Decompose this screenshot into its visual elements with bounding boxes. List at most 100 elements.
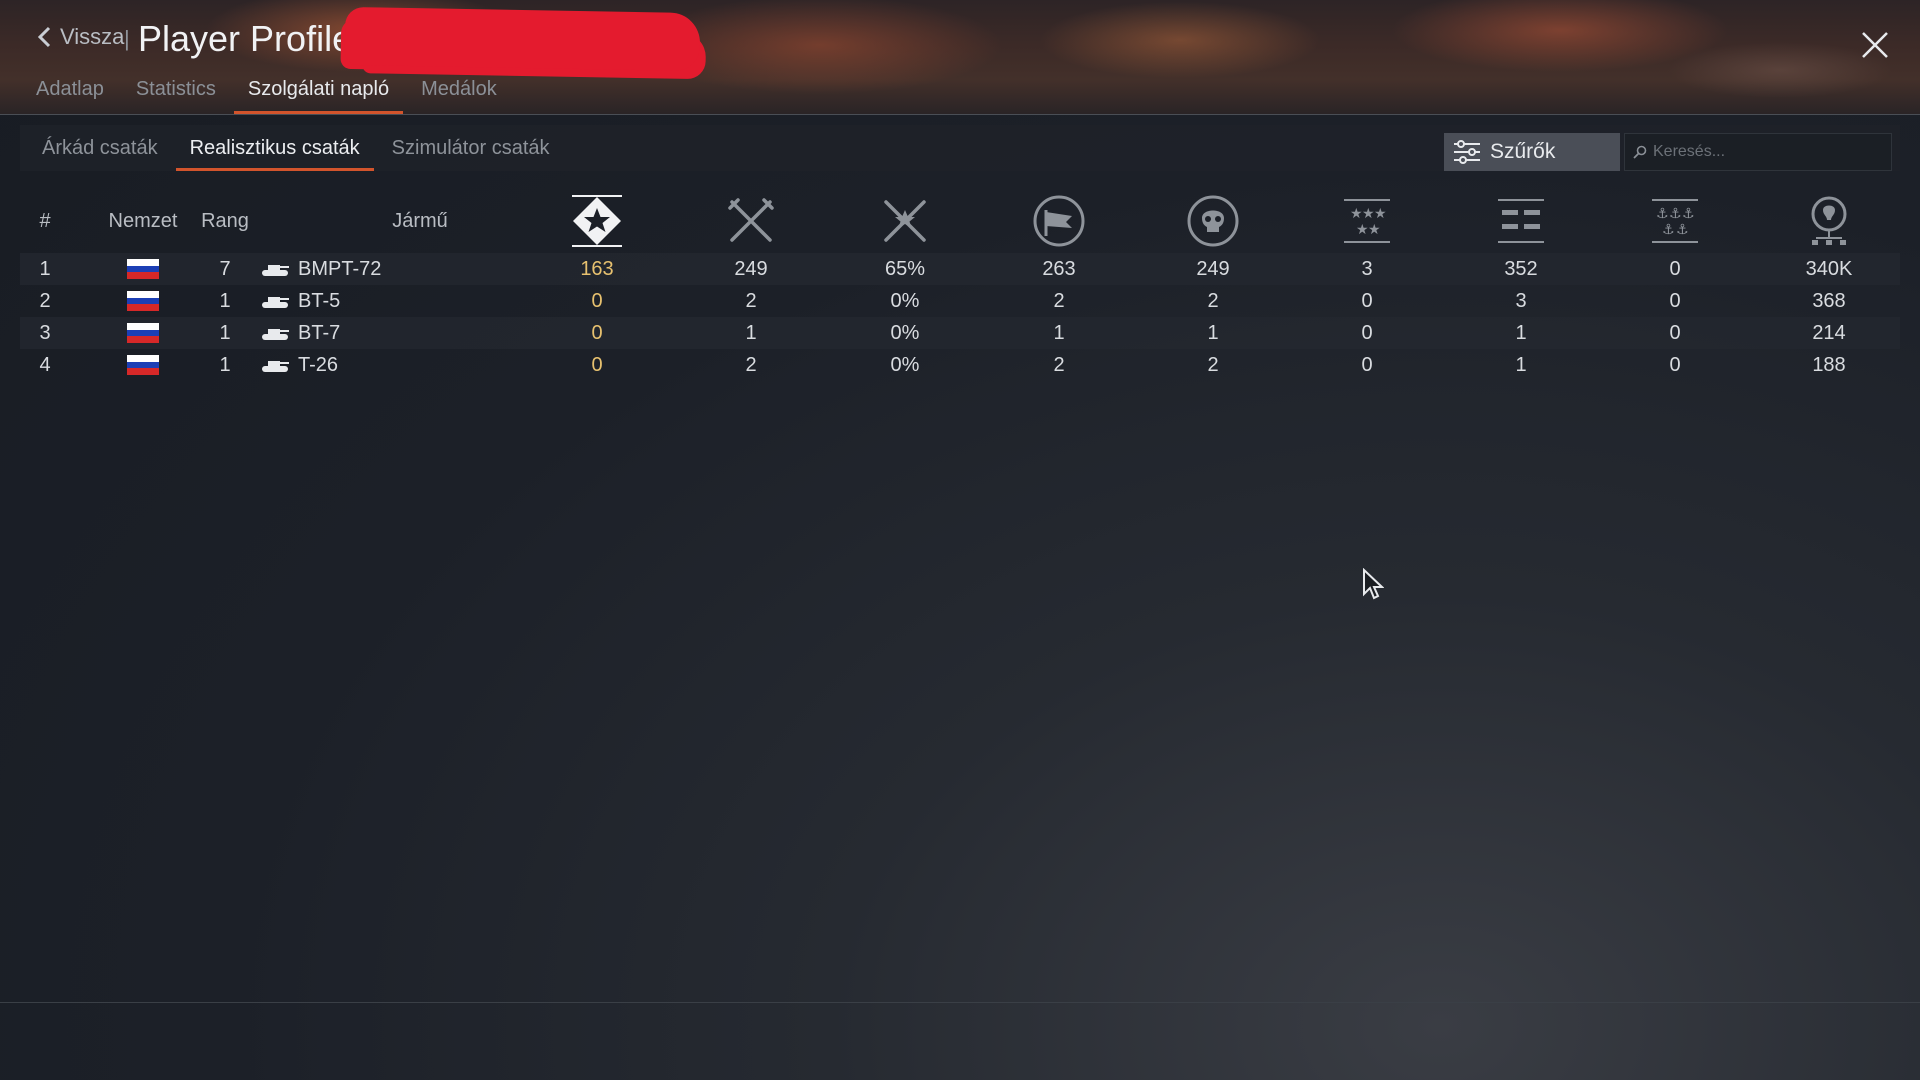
stat-battles: 2 bbox=[745, 353, 757, 376]
filters-button[interactable]: Szűrők bbox=[1444, 133, 1620, 171]
column-header-naval-kills[interactable]: ⚓ ⚓ ⚓ ⚓ ⚓ bbox=[1635, 189, 1715, 253]
vehicle-rank: 7 bbox=[219, 257, 231, 280]
back-button[interactable]: Vissza bbox=[36, 24, 124, 50]
stat-kills: 2 bbox=[1207, 353, 1219, 376]
table-row[interactable]: 4 1 T-26 0 2 0% 2 2 0 1 0 188 bbox=[20, 349, 1900, 381]
stat-captures: 2 bbox=[1053, 289, 1065, 312]
stat-research: 214 bbox=[1812, 321, 1846, 344]
research-bulb-icon bbox=[1811, 196, 1847, 245]
column-header-win-rate[interactable] bbox=[865, 189, 945, 253]
mouse-cursor-icon bbox=[1363, 568, 1384, 600]
anchors-rank-icon: ⚓ ⚓ ⚓ ⚓ ⚓ bbox=[1652, 199, 1698, 243]
row-number: 2 bbox=[39, 289, 51, 312]
nation-flag bbox=[90, 349, 196, 381]
stat-activity: 163 bbox=[580, 257, 614, 280]
table-row[interactable]: 2 1 BT-5 0 2 0% 2 2 0 3 0 368 bbox=[20, 285, 1900, 317]
row-number: 3 bbox=[39, 321, 51, 344]
stat-kills: 1 bbox=[1207, 321, 1219, 344]
activity-star-icon bbox=[572, 195, 622, 247]
svg-text:⚓: ⚓ bbox=[1656, 206, 1669, 222]
vehicle-cell: BT-5 bbox=[260, 285, 560, 317]
vehicle-name: T-26 bbox=[298, 353, 339, 376]
stat-battles: 249 bbox=[734, 257, 768, 280]
stat-captures: 263 bbox=[1042, 257, 1076, 280]
column-header-research[interactable] bbox=[1789, 189, 1869, 253]
stat-research: 368 bbox=[1812, 289, 1846, 312]
stat-kills: 249 bbox=[1196, 257, 1230, 280]
vehicle-rank: 1 bbox=[219, 321, 231, 344]
stat-naval-kills: 0 bbox=[1669, 321, 1681, 344]
svg-text:⚓: ⚓ bbox=[1662, 222, 1675, 238]
column-header-vehicle[interactable]: Jármű bbox=[360, 189, 480, 253]
column-header-battles[interactable] bbox=[711, 189, 791, 253]
profile-header: Vissza | Player Profile Adatlap Statisti… bbox=[0, 0, 1920, 114]
vehicle-name: BMPT-72 bbox=[298, 257, 382, 280]
svg-text:★: ★ bbox=[1350, 206, 1363, 222]
vehicle-rank: 1 bbox=[219, 353, 231, 376]
search-box[interactable] bbox=[1624, 133, 1892, 171]
vehicle-name: BT-7 bbox=[298, 321, 341, 344]
stat-activity: 0 bbox=[591, 289, 603, 312]
stat-captures: 1 bbox=[1053, 321, 1065, 344]
mode-tabs: Árkád csaták Realisztikus csaták Szimulá… bbox=[28, 133, 568, 171]
tab-statistics[interactable]: Statistics bbox=[122, 74, 230, 114]
column-header-activity[interactable] bbox=[557, 189, 637, 253]
stat-ground-kills: 3 bbox=[1515, 289, 1527, 312]
column-header-nation[interactable]: Nemzet bbox=[90, 189, 196, 253]
search-icon bbox=[1633, 145, 1647, 159]
vehicle-cell: BT-7 bbox=[260, 317, 560, 349]
nation-flag bbox=[90, 253, 196, 285]
stat-captures: 2 bbox=[1053, 353, 1065, 376]
footer-divider bbox=[0, 1002, 1920, 1003]
flag-capture-icon bbox=[1033, 195, 1085, 247]
chevron-left-icon bbox=[37, 26, 51, 48]
row-number: 1 bbox=[39, 257, 51, 280]
vehicle-rank: 1 bbox=[219, 289, 231, 312]
main-tabs: Adatlap Statistics Szolgálati napló Medá… bbox=[22, 74, 515, 114]
column-header-captures[interactable] bbox=[1019, 189, 1099, 253]
stat-air-kills: 0 bbox=[1361, 289, 1373, 312]
crossed-swords-icon bbox=[728, 198, 774, 242]
stat-air-kills: 0 bbox=[1361, 321, 1373, 344]
nation-flag bbox=[90, 285, 196, 317]
table-header: # Nemzet Rang Jármű ★ ★ ★ ★ ★ ⚓ ⚓ ⚓ ⚓ ⚓ bbox=[20, 189, 1900, 253]
column-header-air-kills[interactable]: ★ ★ ★ ★ ★ bbox=[1327, 189, 1407, 253]
tank-icon bbox=[262, 361, 289, 372]
stat-naval-kills: 0 bbox=[1669, 289, 1681, 312]
svg-text:⚓: ⚓ bbox=[1676, 222, 1689, 238]
russia-flag-icon bbox=[127, 323, 159, 344]
column-header-ground-kills[interactable] bbox=[1481, 189, 1561, 253]
table-row[interactable]: 1 7 BMPT-72 163 249 65% 263 249 3 352 0 … bbox=[20, 253, 1900, 285]
row-number: 4 bbox=[39, 353, 51, 376]
tab-adatlap[interactable]: Adatlap bbox=[22, 74, 118, 114]
tab-realistic-battles[interactable]: Realisztikus csaták bbox=[175, 133, 374, 171]
mode-bar: Árkád csaták Realisztikus csaták Szimulá… bbox=[20, 125, 1900, 171]
table-row[interactable]: 3 1 BT-7 0 1 0% 1 1 0 1 0 214 bbox=[20, 317, 1900, 349]
tanks-rank-icon bbox=[1498, 199, 1544, 243]
filters-label: Szűrők bbox=[1490, 140, 1556, 163]
stat-battles: 2 bbox=[745, 289, 757, 312]
redaction-mark bbox=[344, 6, 701, 72]
back-label: Vissza bbox=[60, 24, 125, 49]
stars-rank-icon: ★ ★ ★ ★ ★ bbox=[1344, 199, 1390, 243]
column-header-number[interactable]: # bbox=[30, 189, 60, 253]
russia-flag-icon bbox=[127, 291, 159, 312]
service-log-panel: Árkád csaták Realisztikus csaták Szimulá… bbox=[20, 125, 1900, 1000]
column-header-rank[interactable]: Rang bbox=[185, 189, 265, 253]
svg-text:★: ★ bbox=[1374, 206, 1387, 222]
close-icon[interactable] bbox=[1860, 30, 1890, 60]
svg-text:★: ★ bbox=[1368, 222, 1381, 238]
skull-icon bbox=[1187, 195, 1239, 247]
tab-arcade-battles[interactable]: Árkád csaták bbox=[28, 133, 172, 171]
stat-research: 188 bbox=[1812, 353, 1846, 376]
column-header-kills[interactable] bbox=[1173, 189, 1253, 253]
tab-medals[interactable]: Medálok bbox=[407, 74, 511, 114]
svg-text:⚓: ⚓ bbox=[1682, 206, 1695, 222]
stat-kills: 2 bbox=[1207, 289, 1219, 312]
russia-flag-icon bbox=[127, 259, 159, 280]
tab-simulator-battles[interactable]: Szimulátor csaták bbox=[378, 133, 564, 171]
stat-naval-kills: 0 bbox=[1669, 257, 1681, 280]
tab-service-log[interactable]: Szolgálati napló bbox=[233, 74, 404, 114]
search-input[interactable] bbox=[1651, 142, 1885, 162]
page-title: Player Profile bbox=[138, 18, 353, 59]
